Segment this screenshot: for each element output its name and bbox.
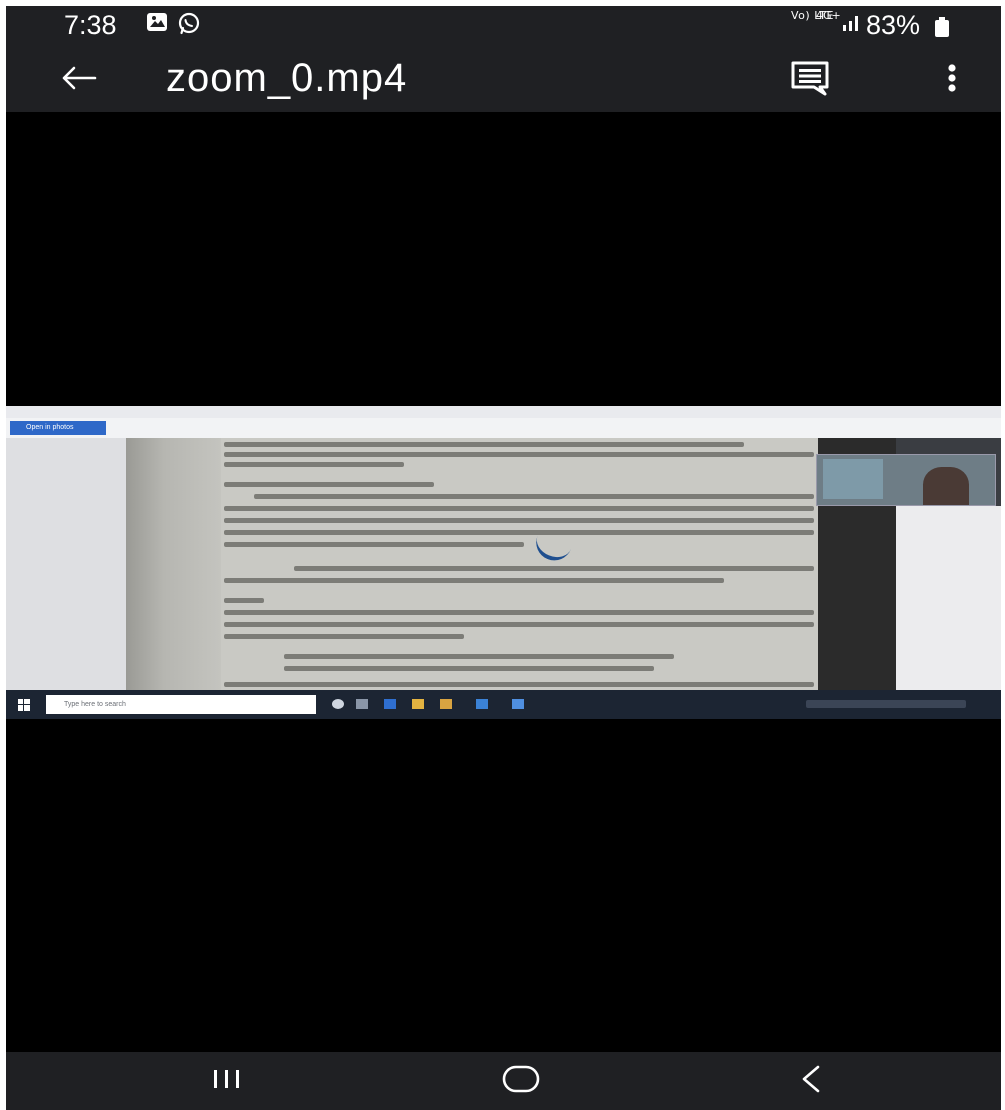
video-document-page: [126, 438, 818, 690]
recent-apps-button[interactable]: [182, 1060, 272, 1102]
photos-app-icon: [476, 699, 488, 709]
text-line: [224, 682, 814, 687]
video-open-button: Open in photos: [10, 421, 106, 435]
text-line: [224, 518, 814, 523]
app-bar: zoom_0.mp4: [6, 46, 1001, 112]
video-window-titlebar: [6, 406, 1001, 418]
nav-back-button[interactable]: [766, 1060, 856, 1102]
video-system-tray: [806, 700, 966, 708]
text-line: [284, 654, 674, 659]
back-arrow-icon: [61, 60, 97, 99]
text-line: [224, 462, 404, 467]
home-button[interactable]: [476, 1060, 566, 1102]
navigation-bar: [6, 1052, 1001, 1110]
text-line: [284, 666, 654, 671]
video-pen-mark: [530, 530, 574, 566]
text-line: [224, 598, 264, 603]
video-window-toolbar: [6, 418, 1001, 438]
text-line: [294, 566, 814, 571]
more-vert-icon: [936, 64, 968, 100]
back-icon: [799, 1064, 823, 1099]
text-line: [224, 452, 814, 457]
subtitles-button[interactable]: [790, 60, 830, 98]
video-frame[interactable]: Open in photos Type here to search: [6, 406, 1001, 719]
video-taskbar: Type here to search: [6, 690, 1001, 719]
video-taskbar-search: Type here to search: [46, 695, 316, 714]
text-line: [224, 610, 814, 615]
webcam-person: [923, 467, 969, 505]
text-line: [224, 542, 524, 547]
text-line: [224, 482, 434, 487]
store-icon: [440, 699, 452, 709]
video-title: zoom_0.mp4: [166, 56, 408, 100]
text-line: [224, 578, 724, 583]
zoom-app-icon: [512, 699, 524, 709]
text-line: [224, 442, 744, 447]
text-line: [224, 530, 814, 535]
windows-start-icon: [18, 698, 30, 716]
battery-percent: 83%: [866, 10, 921, 40]
text-line: [224, 622, 814, 627]
text-line: [224, 506, 814, 511]
cortana-icon: [332, 699, 344, 709]
status-bar: 7:38 Vo) LTE 4G+ 83%: [6, 6, 1001, 46]
status-time: 7:38: [64, 10, 117, 40]
back-button[interactable]: [50, 55, 108, 103]
battery-icon: [935, 17, 949, 42]
more-options-button[interactable]: [936, 60, 968, 98]
edge-icon: [384, 699, 396, 709]
file-explorer-icon: [412, 699, 424, 709]
recent-apps-icon: [212, 1068, 242, 1095]
task-view-icon: [356, 699, 368, 709]
video-right-panel: [896, 506, 1001, 690]
subtitles-icon: [790, 61, 830, 100]
gallery-icon: [146, 12, 168, 37]
home-icon: [501, 1064, 541, 1099]
video-left-pane: [6, 438, 126, 690]
phone-screen: 7:38 Vo) LTE 4G+ 83% zoom_0.mp4 Open in …: [6, 6, 1001, 1110]
network-speed-label: 4G+: [816, 9, 841, 22]
signal-icon: [842, 14, 862, 37]
whatsapp-icon: [177, 12, 201, 41]
text-line: [224, 634, 464, 639]
text-line: [254, 494, 814, 499]
video-book-spine: [126, 438, 221, 690]
webcam-background-board: [823, 459, 883, 499]
webcam-overlay: [816, 454, 996, 506]
